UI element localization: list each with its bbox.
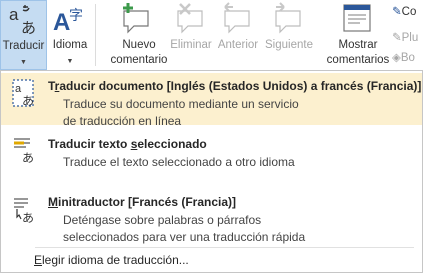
translate-selected-text-item[interactable]: あ Traducir texto seleccionado Traduce el… [1, 131, 422, 171]
translate-selected-text-title: Traducir texto seleccionado [48, 137, 207, 151]
mini-translator-title: Minitraductor [Francés (Francia)] [48, 195, 237, 209]
next-comment-icon [275, 2, 301, 34]
translate-label: Traducir [2, 40, 45, 52]
new-comment-label-1: Nuevo [122, 39, 156, 51]
next-comment-button[interactable]: Siguiente [262, 0, 316, 70]
translate-document-item[interactable]: a あ Traducir documento [Inglés (Estados … [1, 73, 422, 128]
menu-separator [35, 247, 414, 248]
svg-text:A: A [53, 9, 70, 34]
svg-text:あ: あ [22, 94, 34, 108]
chevron-down-icon: ▼ [20, 59, 27, 66]
mini-translator-icon: あ [14, 198, 34, 225]
svg-text:あ: あ [21, 19, 36, 35]
svg-text:あ: あ [22, 151, 34, 165]
translate-document-icon: a あ [12, 79, 34, 108]
choose-translation-language-item[interactable]: Elegir idioma de traducción... [34, 253, 189, 267]
svg-text:a: a [15, 83, 22, 95]
show-comments-button[interactable]: Mostrar comentarios [326, 0, 390, 70]
track-small-button-3[interactable]: ◈Bo [392, 50, 415, 64]
show-comments-icon [343, 4, 371, 32]
previous-comment-icon [224, 2, 250, 34]
translate-selected-text-desc: Traduce el texto seleccionado a otro idi… [63, 155, 295, 169]
translate-document-desc-1: Traduce su documento mediante un servici… [63, 97, 299, 111]
small-button-label-2: Plu [401, 32, 419, 44]
mini-translator-desc-1: Deténgase sobre palabras o párrafos [63, 213, 262, 227]
previous-comment-button[interactable]: Anterior [214, 0, 262, 70]
delete-comment-icon [177, 3, 203, 34]
delete-comment-button[interactable]: Eliminar [168, 0, 214, 70]
ribbon: a あ Traducir ▼ A 字 Idioma ▼ Nuevo coment… [0, 0, 424, 70]
new-comment-label-2: comentario [110, 54, 168, 66]
translate-button[interactable]: a あ Traducir ▼ [0, 0, 47, 70]
track-small-button-1[interactable]: ✎Co [392, 4, 416, 18]
small-button-label-1: Co [401, 6, 417, 18]
next-comment-label: Siguiente [265, 39, 313, 51]
language-button[interactable]: A 字 Idioma ▼ [49, 0, 91, 70]
translate-dropdown-menu: a あ Traducir documento [Inglés (Estados … [0, 70, 423, 273]
previous-comment-label: Anterior [217, 39, 259, 51]
svg-text:字: 字 [69, 8, 83, 24]
new-comment-button[interactable]: Nuevo comentario [104, 0, 174, 70]
svg-text:a: a [9, 5, 19, 24]
mini-translator-item[interactable]: あ Minitraductor [Francés (Francia)] Deté… [1, 187, 422, 244]
small-button-label-3: Bo [400, 52, 415, 64]
translate-document-title: Traducir documento [Inglés (Estados Unid… [48, 79, 422, 93]
eraser-icon: ◈ [392, 52, 401, 64]
pencil-icon: ✎ [392, 6, 402, 18]
mini-translator-desc-2: seleccionados para ver una traducción rá… [63, 230, 306, 244]
translate-text-icon: あ [14, 138, 34, 165]
pencil-icon: ✎ [392, 32, 402, 44]
language-icon: A 字 [53, 8, 83, 34]
translate-icon: a あ [9, 5, 36, 35]
delete-comment-label: Eliminar [170, 39, 212, 51]
track-small-button-2[interactable]: ✎Plu [392, 30, 418, 44]
chevron-down-icon: ▼ [66, 58, 74, 65]
show-comments-label-2: comentarios [326, 54, 390, 66]
ribbon-divider [95, 4, 96, 66]
show-comments-label-1: Mostrar [338, 39, 378, 51]
svg-text:あ: あ [22, 211, 34, 225]
translate-document-desc-2: de traducción en línea [63, 114, 182, 128]
language-label: Idioma [52, 39, 88, 51]
new-comment-icon [123, 3, 149, 34]
